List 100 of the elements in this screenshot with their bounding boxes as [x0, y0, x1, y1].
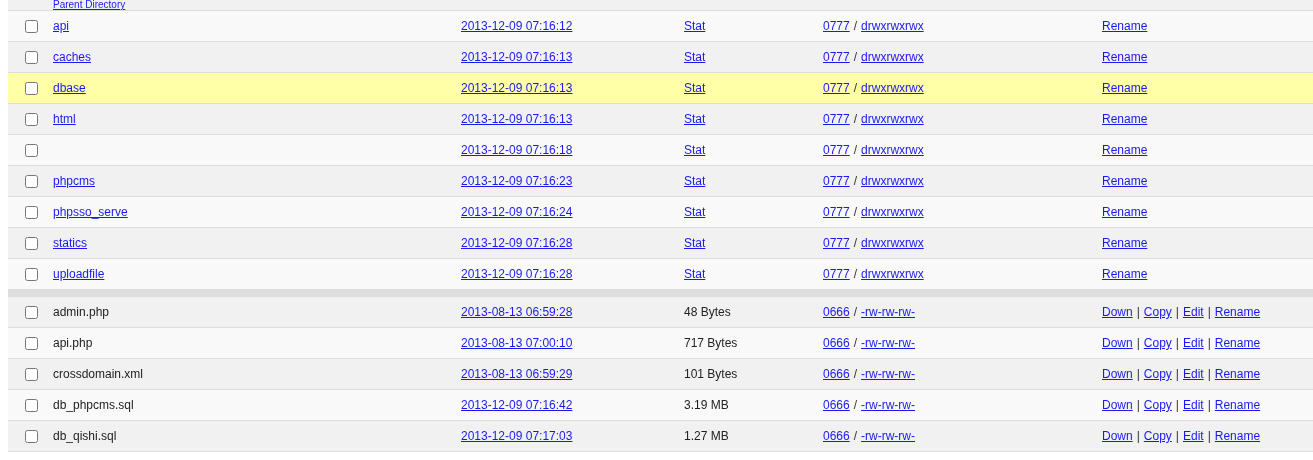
permissions-link[interactable]: -rw-rw-rw-: [861, 303, 916, 321]
action-link[interactable]: Down: [1102, 334, 1133, 352]
action-link[interactable]: Edit: [1182, 365, 1204, 383]
permissions-link[interactable]: drwxrwxrwx: [861, 234, 924, 252]
action-link[interactable]: Down: [1102, 303, 1133, 321]
row-checkbox[interactable]: [25, 81, 38, 95]
octal-link[interactable]: 0666: [823, 427, 850, 445]
date-link[interactable]: 2013-12-09 07:16:13: [461, 112, 573, 126]
row-checkbox[interactable]: [25, 429, 38, 443]
folder-link[interactable]: uploadfile: [53, 267, 105, 281]
row-checkbox[interactable]: [25, 367, 38, 381]
permissions-link[interactable]: -rw-rw-rw-: [861, 365, 916, 383]
row-checkbox[interactable]: [25, 174, 38, 188]
action-link[interactable]: Rename: [1214, 396, 1261, 414]
row-checkbox[interactable]: [25, 143, 38, 157]
row-checkbox[interactable]: [25, 205, 38, 219]
action-link[interactable]: Copy: [1143, 334, 1172, 352]
action-link[interactable]: Edit: [1182, 334, 1204, 352]
folder-link[interactable]: html: [53, 112, 76, 126]
folder-link[interactable]: statics: [53, 236, 87, 250]
octal-link[interactable]: 0666: [823, 334, 850, 352]
action-link[interactable]: Rename: [1102, 265, 1148, 283]
permissions-link[interactable]: drwxrwxrwx: [861, 172, 924, 190]
row-checkbox[interactable]: [25, 50, 38, 64]
permissions-link[interactable]: drwxrwxrwx: [861, 203, 924, 221]
date-link[interactable]: 2013-12-09 07:16:12: [461, 19, 573, 33]
date-link[interactable]: 2013-12-09 07:16:13: [461, 81, 573, 95]
row-checkbox[interactable]: [25, 267, 38, 281]
action-link[interactable]: Edit: [1182, 303, 1204, 321]
action-link[interactable]: Copy: [1143, 396, 1172, 414]
action-link[interactable]: Rename: [1214, 303, 1261, 321]
date-link[interactable]: 2013-12-09 07:16:28: [461, 267, 573, 281]
row-checkbox[interactable]: [25, 112, 38, 126]
action-link[interactable]: Rename: [1214, 365, 1261, 383]
stat-link[interactable]: Stat: [684, 205, 706, 219]
action-link[interactable]: Down: [1102, 427, 1133, 445]
octal-link[interactable]: 0777: [823, 110, 850, 128]
action-link[interactable]: Edit: [1182, 396, 1204, 414]
folder-link[interactable]: dbase: [53, 81, 86, 95]
permissions-link[interactable]: drwxrwxrwx: [861, 17, 924, 35]
octal-link[interactable]: 0777: [823, 48, 850, 66]
action-link[interactable]: Rename: [1102, 110, 1148, 128]
octal-link[interactable]: 0777: [823, 17, 850, 35]
action-link[interactable]: Edit: [1182, 427, 1204, 445]
action-link[interactable]: Copy: [1143, 365, 1172, 383]
date-link[interactable]: 2013-08-13 06:59:29: [461, 367, 573, 381]
action-link[interactable]: Copy: [1143, 303, 1172, 321]
octal-link[interactable]: 0666: [823, 303, 850, 321]
stat-link[interactable]: Stat: [684, 267, 706, 281]
date-link[interactable]: 2013-12-09 07:16:18: [461, 143, 573, 157]
date-link[interactable]: 2013-12-09 07:16:13: [461, 50, 573, 64]
octal-link[interactable]: 0666: [823, 396, 850, 414]
octal-link[interactable]: 0777: [823, 172, 850, 190]
permissions-link[interactable]: -rw-rw-rw-: [861, 427, 916, 445]
action-link[interactable]: Rename: [1102, 172, 1148, 190]
date-link[interactable]: 2013-08-13 07:00:10: [461, 336, 573, 350]
stat-link[interactable]: Stat: [684, 19, 706, 33]
folder-link[interactable]: api: [53, 19, 69, 33]
folder-link[interactable]: caches: [53, 50, 92, 64]
parent-directory-link[interactable]: Parent Directory: [53, 0, 126, 10]
action-link[interactable]: Rename: [1214, 334, 1261, 352]
action-link[interactable]: Rename: [1102, 79, 1148, 97]
action-link[interactable]: Down: [1102, 365, 1133, 383]
action-link[interactable]: Rename: [1214, 427, 1261, 445]
row-checkbox[interactable]: [25, 305, 38, 319]
octal-link[interactable]: 0777: [823, 79, 850, 97]
action-link[interactable]: Rename: [1102, 17, 1148, 35]
stat-link[interactable]: Stat: [684, 236, 706, 250]
action-link[interactable]: Rename: [1102, 141, 1148, 159]
date-link[interactable]: 2013-12-09 07:16:28: [461, 236, 573, 250]
permissions-link[interactable]: drwxrwxrwx: [861, 48, 924, 66]
stat-link[interactable]: Stat: [684, 143, 706, 157]
stat-link[interactable]: Stat: [684, 174, 706, 188]
octal-link[interactable]: 0666: [823, 365, 850, 383]
stat-link[interactable]: Stat: [684, 112, 706, 126]
permissions-link[interactable]: drwxrwxrwx: [861, 265, 924, 283]
date-link[interactable]: 2013-12-09 07:16:23: [461, 174, 573, 188]
row-checkbox[interactable]: [25, 398, 38, 412]
row-checkbox[interactable]: [25, 336, 38, 350]
date-link[interactable]: 2013-12-09 07:17:03: [461, 429, 573, 443]
row-checkbox[interactable]: [25, 19, 38, 33]
octal-link[interactable]: 0777: [823, 203, 850, 221]
permissions-link[interactable]: drwxrwxrwx: [861, 141, 924, 159]
octal-link[interactable]: 0777: [823, 234, 850, 252]
date-link[interactable]: 2013-12-09 07:16:42: [461, 398, 573, 412]
row-checkbox[interactable]: [25, 236, 38, 250]
stat-link[interactable]: Stat: [684, 50, 706, 64]
action-link[interactable]: Rename: [1102, 203, 1148, 221]
date-link[interactable]: 2013-08-13 06:59:28: [461, 305, 573, 319]
permissions-link[interactable]: drwxrwxrwx: [861, 79, 924, 97]
stat-link[interactable]: Stat: [684, 81, 706, 95]
permissions-link[interactable]: -rw-rw-rw-: [861, 396, 916, 414]
permissions-link[interactable]: -rw-rw-rw-: [861, 334, 916, 352]
octal-link[interactable]: 0777: [823, 265, 850, 283]
octal-link[interactable]: 0777: [823, 141, 850, 159]
action-link[interactable]: Rename: [1102, 48, 1148, 66]
action-link[interactable]: Rename: [1102, 234, 1148, 252]
action-link[interactable]: Down: [1102, 396, 1133, 414]
permissions-link[interactable]: drwxrwxrwx: [861, 110, 924, 128]
action-link[interactable]: Copy: [1143, 427, 1172, 445]
